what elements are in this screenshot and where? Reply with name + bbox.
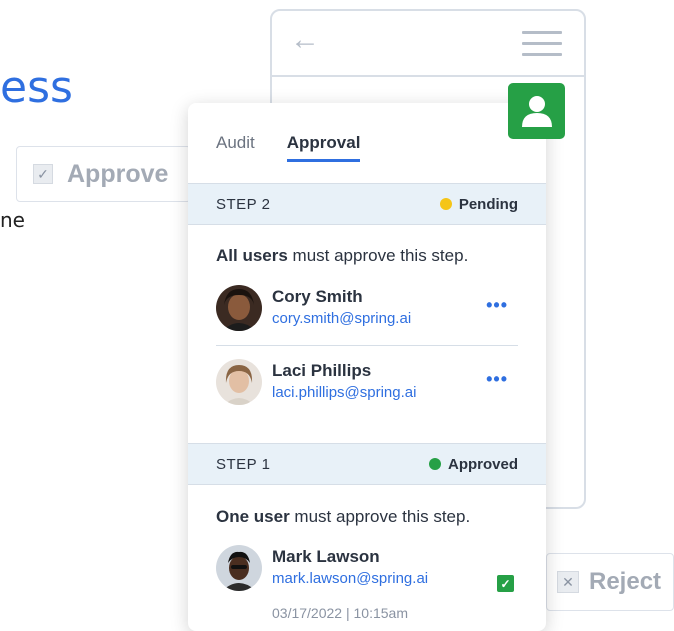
approval-rule: One user must approve this step. <box>216 507 470 527</box>
approval-rule: All users must approve this step. <box>216 246 468 266</box>
step-1-header: STEP 1 Approved <box>188 443 546 485</box>
rule-emphasis: One user <box>216 507 290 526</box>
status-text: Pending <box>458 195 518 213</box>
user-email[interactable]: laci.phillips@spring.ai <box>272 384 416 401</box>
pending-dot-icon <box>439 198 452 210</box>
avatar <box>216 359 262 405</box>
list-item[interactable]: Laci Phillips laci.phillips@spring.ai ••… <box>216 359 518 409</box>
background-text-fragment: ne <box>0 208 25 232</box>
phone-header: ← <box>272 11 584 77</box>
user-name: Cory Smith <box>272 287 363 306</box>
approval-panel: Audit Approval STEP 2 Pending All users … <box>188 103 546 631</box>
arrow-left-icon[interactable]: ← <box>290 25 320 55</box>
check-icon: ✓ <box>33 164 53 184</box>
user-email[interactable]: cory.smith@spring.ai <box>272 310 411 327</box>
tab-audit[interactable]: Audit <box>216 133 255 162</box>
user-icon[interactable] <box>508 83 565 139</box>
approval-date: 03/17/2022 | <box>272 605 350 621</box>
status-badge: Pending <box>439 195 518 213</box>
reject-button-label: Reject <box>589 568 662 595</box>
close-icon: ✕ <box>557 571 579 593</box>
menu-icon[interactable] <box>522 31 562 64</box>
step-2-header: STEP 2 Pending <box>188 183 546 225</box>
rule-emphasis: All users <box>216 246 288 265</box>
approval-time: 10:15am <box>353 605 408 621</box>
approve-button-label: Approve <box>67 159 169 188</box>
reject-button[interactable]: ✕ Reject <box>546 553 674 611</box>
tab-bar: Audit Approval <box>216 133 392 162</box>
user-name: Mark Lawson <box>272 547 380 566</box>
approval-timestamp: 03/17/2022 | 10:15am <box>272 605 408 621</box>
approved-check-icon: ✓ <box>497 575 514 592</box>
background-heading-fragment: ess <box>0 62 73 113</box>
step-label: STEP 2 <box>216 195 271 213</box>
approve-button[interactable]: ✓ Approve <box>16 146 191 202</box>
avatar <box>216 285 262 331</box>
divider <box>216 345 518 346</box>
more-icon[interactable]: ••• <box>486 369 508 390</box>
tab-approval[interactable]: Approval <box>286 133 361 162</box>
user-email[interactable]: mark.lawson@spring.ai <box>272 570 428 587</box>
step-label: STEP 1 <box>216 455 271 473</box>
avatar <box>216 545 262 591</box>
list-item[interactable]: Cory Smith cory.smith@spring.ai ••• <box>216 285 518 335</box>
more-icon[interactable]: ••• <box>486 295 508 316</box>
list-item[interactable]: Mark Lawson mark.lawson@spring.ai <box>216 545 518 595</box>
user-name: Laci Phillips <box>272 361 372 380</box>
approved-dot-icon <box>428 458 441 470</box>
status-badge: Approved <box>428 455 518 473</box>
rule-text: must approve this step. <box>289 507 471 526</box>
rule-text: must approve this step. <box>287 246 469 265</box>
status-text: Approved <box>447 455 518 473</box>
